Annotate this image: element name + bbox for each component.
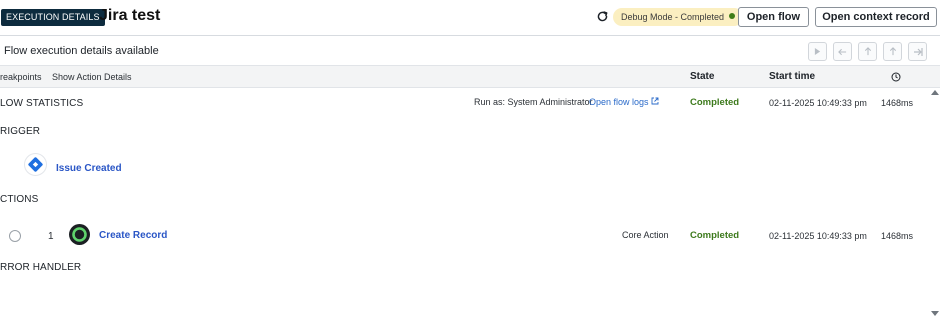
page-header: EXECUTION DETAILS Jira test Debug Mode -… bbox=[0, 0, 940, 36]
action-select-radio[interactable] bbox=[9, 230, 21, 242]
show-action-details-toggle[interactable]: Show Action Details bbox=[52, 72, 132, 82]
action-type: Core Action bbox=[622, 230, 669, 240]
status-dot-icon bbox=[729, 13, 736, 19]
flow-state-badge: Completed bbox=[690, 97, 740, 108]
step-back-button[interactable] bbox=[833, 42, 852, 61]
breakpoints-toggle[interactable]: reakpoints bbox=[0, 72, 42, 82]
step-back-icon bbox=[838, 48, 847, 56]
state-column-header: State bbox=[690, 71, 715, 82]
create-record-link[interactable]: Create Record bbox=[99, 230, 167, 241]
refresh-icon[interactable] bbox=[596, 10, 609, 23]
debug-mode-status: Debug Mode - Completed bbox=[613, 8, 744, 26]
column-header: reakpoints Show Action Details State Sta… bbox=[0, 66, 940, 88]
trigger-issue-created-link[interactable]: Issue Created bbox=[56, 163, 122, 174]
scroll-up-arrow-icon[interactable] bbox=[931, 90, 939, 95]
play-icon bbox=[814, 48, 821, 55]
run-as-text: Run as: System Administrator bbox=[474, 97, 593, 107]
subheader: Flow execution details available bbox=[0, 37, 940, 66]
debug-mode-label: Debug Mode - Completed bbox=[621, 12, 725, 22]
open-flow-button[interactable]: Open flow bbox=[738, 7, 809, 27]
page-title: Jira test bbox=[99, 7, 161, 24]
play-button[interactable] bbox=[808, 42, 827, 61]
action-start-time: 02-11-2025 10:49:33 pm bbox=[769, 231, 867, 241]
servicenow-action-icon bbox=[69, 224, 90, 245]
flow-start-time: 02-11-2025 10:49:33 pm bbox=[769, 98, 867, 108]
actions-section-label: CTIONS bbox=[0, 194, 39, 205]
clock-icon bbox=[891, 72, 901, 82]
flow-statistics-label: LOW STATISTICS bbox=[0, 98, 84, 109]
start-time-column-header: Start time bbox=[769, 71, 816, 82]
skip-to-end-button[interactable] bbox=[908, 42, 927, 61]
open-flow-logs-label: Open flow logs bbox=[589, 97, 649, 107]
open-context-record-button[interactable]: Open context record bbox=[815, 7, 937, 27]
step-out-button[interactable] bbox=[883, 42, 902, 61]
action-state-badge: Completed bbox=[690, 230, 740, 241]
flow-duration: 1468ms bbox=[881, 98, 914, 108]
step-in-icon bbox=[864, 47, 871, 56]
trigger-section-label: RIGGER bbox=[0, 126, 41, 137]
skip-to-end-icon bbox=[913, 48, 923, 56]
action-step-number: 1 bbox=[48, 231, 54, 242]
flow-execution-status-text: Flow execution details available bbox=[4, 45, 159, 57]
step-in-button[interactable] bbox=[858, 42, 877, 61]
jira-diamond-icon bbox=[24, 153, 47, 176]
action-duration: 1468ms bbox=[881, 231, 914, 241]
error-handler-section-label: RROR HANDLER bbox=[0, 262, 82, 273]
open-flow-logs-link[interactable]: Open flow logs bbox=[589, 97, 659, 107]
external-link-icon bbox=[651, 97, 658, 105]
execution-details-badge: EXECUTION DETAILS bbox=[1, 9, 105, 26]
scroll-down-arrow-icon[interactable] bbox=[931, 311, 939, 316]
step-out-icon bbox=[889, 47, 896, 56]
